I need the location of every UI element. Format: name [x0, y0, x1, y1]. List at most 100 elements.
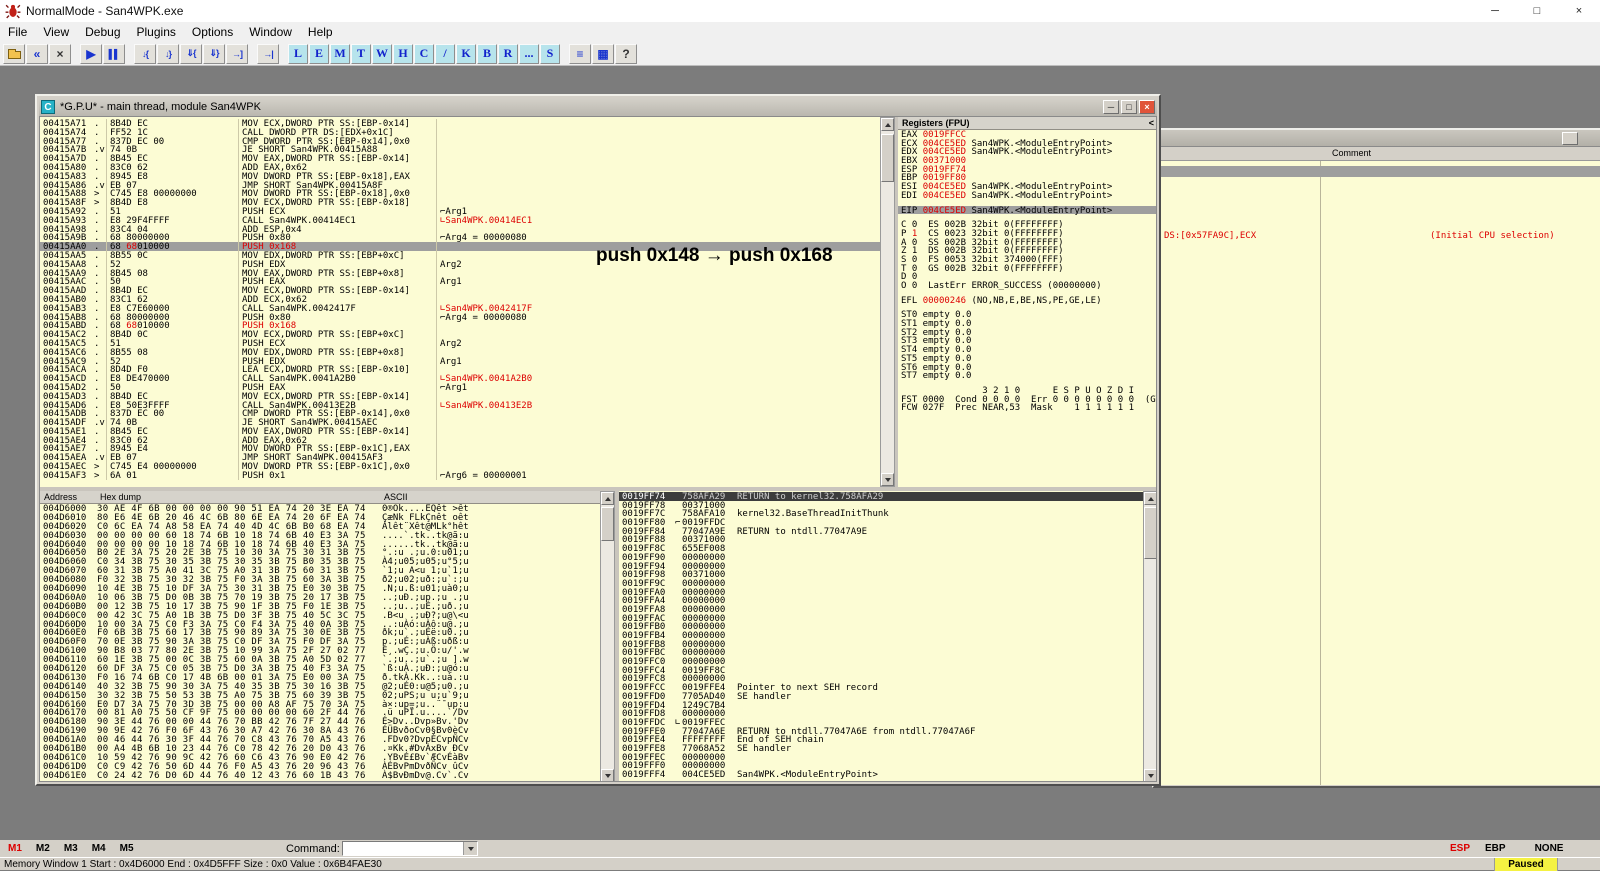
memory-dump-pane[interactable]: Address Hex dump ASCII 004D6000 30 AE 4F …: [40, 491, 600, 781]
cpu-minimize-button[interactable]: ─: [1103, 100, 1119, 114]
cpu-window-button[interactable]: C: [414, 43, 434, 64]
disasm-row[interactable]: 00415A86 .v EB 07 JMP SHORT San4WPK.00415A8…: [40, 180, 880, 191]
stack-row[interactable]: 0019FFD0 7705AD40 SE handler: [619, 692, 1143, 702]
scroll-down-button[interactable]: [881, 473, 894, 486]
memory-window-button[interactable]: M: [330, 43, 350, 64]
dump-row[interactable]: 004D6040 00 00 00 00 10 18 74 6B 10 18 74…: [40, 540, 600, 550]
stack-row[interactable]: 0019FFDC ∟ 0019FFEC: [619, 718, 1143, 728]
register-line[interactable]: ESP 0019FF74: [898, 165, 1156, 175]
executables-window-button[interactable]: E: [309, 43, 329, 64]
dump-row[interactable]: 004D6170 00 81 A0 75 50 CF 9F 75 00 00 00…: [40, 708, 600, 718]
disasm-row[interactable]: 00415ACA. 8D4D F0 LEA ECX,DWORD PTR SS:[EB…: [40, 365, 880, 375]
menu-plugins[interactable]: Plugins: [129, 22, 184, 42]
stack-row[interactable]: 0019FF74 758AFA29 RETURN to kernel32.758AF…: [619, 492, 1143, 502]
dump-row[interactable]: 004D61A0 00 46 44 76 30 3F 44 76 70 C8 43…: [40, 735, 600, 745]
stack-row[interactable]: 0019FFC8 00000000: [619, 674, 1143, 684]
disasm-row[interactable]: 00415A83. 8945 E8 MOV DWORD PTR SS:[EBP-0x…: [40, 171, 880, 182]
stack-row[interactable]: 0019FFB0 00000000: [619, 622, 1143, 632]
dump-row[interactable]: 004D6090 10 4E 3B 75 10 DF 3A 75 30 31 3B…: [40, 584, 600, 594]
stack-row[interactable]: 0019FFE4 FFFFFFFF End of SEH chain: [619, 735, 1143, 745]
background-cpu-window[interactable]: Comment DS:[0x57FA9C],ECX (Initial CPU s…: [1152, 128, 1600, 788]
stack-row[interactable]: 0019FFE8 77068A52 SE handler: [619, 744, 1143, 754]
disasm-row[interactable]: 00415ABD. 68 68010000 PUSH 0x168: [40, 321, 880, 331]
stack-row[interactable]: 0019FFD8 00000000: [619, 709, 1143, 719]
open-file-button[interactable]: [3, 43, 25, 64]
menu-window[interactable]: Window: [241, 22, 300, 42]
register-line[interactable]: A 0 SS 002B 32bit 0(FFFFFFFF): [898, 238, 1156, 248]
stack-row[interactable]: 0019FFA0 00000000: [619, 588, 1143, 598]
execute-till-return-button[interactable]: →]: [226, 43, 248, 64]
command-combobox[interactable]: [342, 841, 478, 856]
register-line[interactable]: ST0 empty 0.0: [898, 310, 1156, 320]
register-line[interactable]: C 0 ES 002B 32bit 0(FFFFFFFF): [898, 220, 1156, 230]
register-line[interactable]: ESI 004CE5ED San4WPK.<ModuleEntryPoint>: [898, 182, 1156, 192]
stack-row[interactable]: 0019FFF4 004CE5ED San4WPK.<ModuleEntryPoin…: [619, 770, 1143, 780]
scroll-down-button[interactable]: [1144, 769, 1156, 781]
menu-options[interactable]: Options: [184, 22, 241, 42]
disasm-row[interactable]: 00415AC5. 51 PUSH ECX Arg2: [40, 338, 880, 349]
disasm-row[interactable]: 00415AD6. E8 50E3FFFF CALL San4WPK.00413E2…: [40, 400, 880, 411]
dropdown-arrow-icon[interactable]: [463, 842, 477, 855]
dump-row[interactable]: 004D6080 F0 32 3B 75 30 32 3B 75 F0 3A 3B…: [40, 575, 600, 585]
stack-row[interactable]: 0019FF9C 00000000: [619, 579, 1143, 589]
step-over-button[interactable]: ↓}: [157, 43, 179, 64]
scroll-up-button[interactable]: [1144, 492, 1156, 505]
dump-row[interactable]: 004D60C0 00 42 3C 75 A0 1B 3B 75 D0 3F 3B…: [40, 611, 600, 621]
scroll-up-button[interactable]: [601, 492, 614, 505]
stack-pane[interactable]: 0019FF74 758AFA29 RETURN to kernel32.758AF…: [619, 491, 1143, 781]
register-line[interactable]: Z 1 DS 002B 32bit 0(FFFFFFFF): [898, 246, 1156, 256]
disasm-row[interactable]: 00415AD2. 50 PUSH EAX ⌐Arg1: [40, 382, 880, 393]
disassembly-scrollbar[interactable]: [880, 117, 895, 487]
column-divider[interactable]: [1320, 161, 1321, 785]
stack-row[interactable]: 0019FFB4 00000000: [619, 631, 1143, 641]
dump-row[interactable]: 004D60D0 10 00 3A 75 C0 F3 3A 75 C0 F4 3A…: [40, 620, 600, 630]
trace-over-button[interactable]: ⇓}: [203, 43, 225, 64]
help-button[interactable]: ?: [615, 43, 637, 64]
disasm-row[interactable]: 00415AC2. 8B4D 0C MOV ECX,DWORD PTR SS:[EB…: [40, 330, 880, 340]
memory-tab-m1[interactable]: M1: [8, 843, 22, 854]
cpu-maximize-button[interactable]: □: [1121, 100, 1137, 114]
pause-button[interactable]: ▌▌: [103, 43, 125, 64]
disasm-row[interactable]: 00415A92. 51 PUSH ECX ⌐Arg1: [40, 206, 880, 217]
dump-row[interactable]: 004D6180 90 3E 44 76 00 00 44 76 70 BB 42…: [40, 717, 600, 727]
disasm-row[interactable]: 00415AB0. 83C1 62 ADD ECX,0x62: [40, 294, 880, 305]
stack-row[interactable]: 0019FFA4 00000000: [619, 596, 1143, 606]
register-line[interactable]: ST3 empty 0.0: [898, 336, 1156, 346]
run-trace-window-button[interactable]: ...: [519, 43, 539, 64]
dump-row[interactable]: 004D61C0 10 59 42 76 90 9C 42 76 60 C6 43…: [40, 753, 600, 763]
disasm-row[interactable]: 00415AE7. 8945 E4 MOV DWORD PTR SS:[EBP-0x…: [40, 444, 880, 454]
disasm-row[interactable]: 00415A98. 83C4 04 ADD ESP,0x4: [40, 224, 880, 235]
handles-window-button[interactable]: H: [393, 43, 413, 64]
stack-row[interactable]: 0019FFAC 00000000: [619, 614, 1143, 624]
dump-row[interactable]: 004D61B0 00 A4 4B 6B 10 23 44 76 C0 78 42…: [40, 744, 600, 754]
register-line[interactable]: EAX 0019FFCC: [898, 130, 1156, 140]
memory-tab-m2[interactable]: M2: [36, 843, 50, 854]
scroll-thumb[interactable]: [1144, 507, 1156, 559]
dump-row[interactable]: 004D6030 00 00 00 00 60 18 74 6B 10 18 74…: [40, 531, 600, 541]
dump-row[interactable]: 004D6020 C0 6C EA 74 A8 58 EA 74 40 4D 4C…: [40, 522, 600, 532]
patches-window-button[interactable]: /: [435, 43, 455, 64]
stack-row[interactable]: 0019FFA8 00000000: [619, 605, 1143, 615]
disasm-row[interactable]: 00415A71. 8B4D EC MOV ECX,DWORD PTR SS:[EB…: [40, 119, 880, 129]
register-line[interactable]: ST6 empty 0.0: [898, 363, 1156, 373]
disasm-row[interactable]: 00415A80. 83C0 62 ADD EAX,0x62: [40, 162, 880, 173]
dump-scrollbar[interactable]: [600, 491, 615, 781]
register-line[interactable]: S 0 FS 0053 32bit 374000(FFF): [898, 255, 1156, 265]
dump-row[interactable]: 004D60B0 00 12 3B 75 10 17 3B 75 90 1F 3B…: [40, 602, 600, 612]
register-line[interactable]: ST5 empty 0.0: [898, 354, 1156, 364]
run-button[interactable]: ▶: [80, 43, 102, 64]
scroll-down-button[interactable]: [601, 769, 614, 781]
stack-row[interactable]: 0019FF98 00371000: [619, 570, 1143, 580]
register-line[interactable]: ST7 empty 0.0: [898, 371, 1156, 381]
register-line[interactable]: EFL 00000246 (NO,NB,E,BE,NS,PE,GE,LE): [898, 296, 1156, 306]
scroll-thumb[interactable]: [881, 134, 894, 182]
background-window-titlebar[interactable]: [1154, 130, 1600, 147]
dump-row[interactable]: 004D61E0 C0 24 42 76 D0 6D 44 76 40 12 43…: [40, 771, 600, 781]
stack-row[interactable]: 0019FF80 ⌐ 0019FFDC: [619, 518, 1143, 528]
stack-row[interactable]: 0019FFF0 00000000: [619, 761, 1143, 771]
dump-row[interactable]: 004D6110 60 1E 3B 75 00 0C 3B 75 60 0A 3B…: [40, 655, 600, 665]
disasm-row[interactable]: 00415AE1. 8B45 EC MOV EAX,DWORD PTR SS:[EB…: [40, 426, 880, 437]
register-line[interactable]: FST 0000 Cond 0 0 0 0 Err 0 0 0 0 0 0 0 …: [898, 395, 1156, 405]
dump-row[interactable]: 004D6100 90 B8 03 77 80 2E 3B 75 10 99 3A…: [40, 646, 600, 656]
register-line[interactable]: EBP 0019FF80: [898, 173, 1156, 183]
